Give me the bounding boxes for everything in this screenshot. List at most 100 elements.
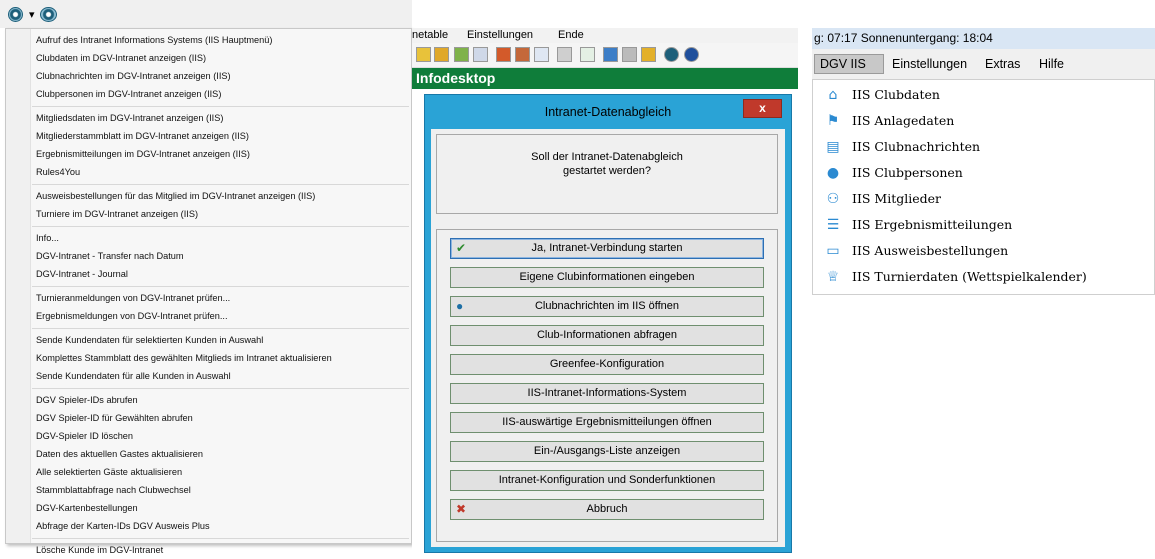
dialog-action-group: ✔ Ja, Intranet-Verbindung starten Eigene C… <box>436 229 778 542</box>
context-menu-item[interactable]: Aufruf des Intranet Informations Systems… <box>36 32 272 49</box>
globe-icon: ● <box>456 299 464 313</box>
dialog-action-button[interactable]: ● Clubnachrichten im IIS öffnen <box>450 296 764 317</box>
context-menu-item[interactable]: Sende Kundendaten für alle Kunden in Aus… <box>36 368 231 385</box>
menu-einstellungen[interactable]: Einstellungen <box>467 29 533 41</box>
context-menu-item[interactable]: Daten des aktuellen Gastes aktualisieren <box>36 446 203 463</box>
dgv-iis-menu-item[interactable]: ⚇ IIS Mitglieder <box>813 186 1154 212</box>
menu-separator <box>32 106 409 107</box>
dgv-iis-menu-item[interactable]: ▭ IIS Ausweisbestellungen <box>813 238 1154 264</box>
menu-item-label: IIS Clubpersonen <box>852 165 963 180</box>
dropdown-arrow-button[interactable]: ▾ <box>29 5 35 23</box>
dialog-action-button[interactable]: ✔ Ja, Intranet-Verbindung starten <box>450 238 764 259</box>
menu-ende[interactable]: Ende <box>558 29 584 41</box>
context-menu-item[interactable]: DGV-Spieler ID löschen <box>36 428 133 445</box>
dialog-action-button[interactable]: IIS-Intranet-Informations-System <box>450 383 764 404</box>
checkmark-icon: ✔ <box>456 241 467 255</box>
dialog-action-button[interactable]: Eigene Clubinformationen eingeben <box>450 267 764 288</box>
context-menu-item[interactable]: Mitgliedsdaten im DGV-Intranet anzeigen … <box>36 110 223 127</box>
lock-icon[interactable] <box>641 47 656 62</box>
group-icon[interactable] <box>515 47 530 62</box>
context-menu-item[interactable]: Info... <box>36 230 59 247</box>
context-menu-item[interactable]: Clubdaten im DGV-Intranet anzeigen (IIS) <box>36 50 206 67</box>
context-menu-item[interactable]: Rules4You <box>36 164 80 181</box>
context-menu-item[interactable]: Turnieranmeldungen von DGV-Intranet prüf… <box>36 290 230 307</box>
card-icon: ▭ <box>826 243 840 259</box>
context-menu-item[interactable]: Clubnachrichten im DGV-Intranet anzeigen… <box>36 68 231 85</box>
menu-separator <box>32 286 409 287</box>
dialog-action-label: Ja, Intranet-Verbindung starten <box>531 242 683 254</box>
context-menu-item[interactable]: Stammblattabfrage nach Clubwechsel <box>36 482 191 499</box>
toolbar-icon[interactable] <box>416 47 431 62</box>
windows-icon[interactable] <box>603 47 618 62</box>
context-menu-item[interactable]: DGV-Kartenbestellungen <box>36 500 138 517</box>
dialog-action-label: Ein-/Ausgangs-Liste anzeigen <box>533 445 681 457</box>
context-menu-item[interactable]: Abfrage der Karten-IDs DGV Ausweis Plus <box>36 518 210 535</box>
chart-icon[interactable] <box>454 47 469 62</box>
context-menu-item[interactable]: DGV Spieler-IDs abrufen <box>36 392 138 409</box>
dgv-iis-dropdown-menu: ⌂ IIS Clubdaten ⚑ IIS Anlagedaten ▤ IIS Clubn… <box>812 79 1155 295</box>
question-line-1: Soll der Intranet-Datenabgleich <box>531 151 683 163</box>
dgv-iis-menu-item[interactable]: ⚑ IIS Anlagedaten <box>813 108 1154 134</box>
trophy-icon: ♕ <box>826 269 840 285</box>
context-menu-item[interactable]: DGV-Intranet - Transfer nach Datum <box>36 248 184 265</box>
dialog-action-button[interactable]: IIS-auswärtige Ergebnismitteilungen öffn… <box>450 412 764 433</box>
iis-globe-dropdown-button[interactable] <box>40 5 57 23</box>
dialog-action-label: Abbruch <box>586 503 628 515</box>
question-line-2: gestartet werden? <box>562 165 652 177</box>
dialog-action-button[interactable]: Ein-/Ausgangs-Liste anzeigen <box>450 441 764 462</box>
context-menu-item[interactable]: DGV Spieler-ID für Gewählten abrufen <box>36 410 193 427</box>
context-menu-item[interactable]: Mitgliederstammblatt im DGV-Intranet anz… <box>36 128 249 145</box>
sun-times-status: g: 07:17 Sonnenuntergang: 18:04 <box>812 28 1155 49</box>
context-menu-item[interactable]: Ergebnismitteilungen im DGV-Intranet anz… <box>36 146 250 163</box>
chevron-down-icon: ▾ <box>29 8 35 21</box>
document-icon[interactable] <box>473 47 488 62</box>
context-menu-item[interactable]: Ergebnismeldungen von DGV-Intranet prüfe… <box>36 308 228 325</box>
context-menu-item[interactable]: Komplettes Stammblatt des gewählten Mitg… <box>36 350 332 367</box>
document-icon: ▤ <box>826 139 840 155</box>
context-menu-item[interactable]: Ausweisbestellungen für das Mitglied im … <box>36 188 315 205</box>
trophy-icon[interactable] <box>434 47 449 62</box>
dialog-action-label: IIS-auswärtige Ergebnismitteilungen öffn… <box>502 416 712 428</box>
menu-separator <box>32 328 409 329</box>
close-button[interactable]: x <box>743 99 782 118</box>
dialog-action-button[interactable]: Greenfee-Konfiguration <box>450 354 764 375</box>
context-menu-item[interactable]: Alle selektierten Gäste aktualisieren <box>36 464 182 481</box>
menu-einstellungen[interactable]: Einstellungen <box>892 49 967 79</box>
globe-icon[interactable] <box>684 47 699 62</box>
context-menu-item[interactable]: Lösche Kunde im DGV-Intranet <box>36 542 163 559</box>
dialog-action-label: Intranet-Konfiguration und Sonderfunktio… <box>498 474 716 486</box>
iis-globe-button[interactable] <box>8 5 23 23</box>
menu-item-label: IIS Clubdaten <box>852 87 940 102</box>
flag-icon: ⚑ <box>826 113 840 129</box>
menu-item-label: IIS Anlagedaten <box>852 113 955 128</box>
infodesktop-banner: Infodesktop <box>412 68 798 89</box>
menu-separator <box>32 388 409 389</box>
dialog-question: Soll der Intranet-Datenabgleich gestarte… <box>436 134 778 214</box>
page-icon[interactable] <box>534 47 549 62</box>
context-menu-item[interactable]: Clubpersonen im DGV-Intranet anzeigen (I… <box>36 86 221 103</box>
menu-dgv-iis[interactable]: DGV IIS <box>820 49 866 79</box>
iis-context-menu: Aufruf des Intranet Informations Systems… <box>5 28 412 555</box>
dgv-iis-menu-item[interactable]: ⌂ IIS Clubdaten <box>813 82 1154 108</box>
dgv-iis-menu-item[interactable]: ● IIS Clubpersonen <box>813 160 1154 186</box>
context-menu-item[interactable]: DGV-Intranet - Journal <box>36 266 128 283</box>
context-menu-item[interactable]: Turniere im DGV-Intranet anzeigen (IIS) <box>36 206 198 223</box>
iis-globe-icon[interactable] <box>664 47 679 62</box>
dialog-action-button[interactable]: Club-Informationen abfragen <box>450 325 764 346</box>
menu-timetable[interactable]: netable <box>412 29 448 41</box>
dgv-iis-menu-item[interactable]: ☰ IIS Ergebnismitteilungen <box>813 212 1154 238</box>
home-icon: ⌂ <box>828 87 838 103</box>
dialog-action-label: Clubnachrichten im IIS öffnen <box>534 300 680 312</box>
context-menu-item[interactable]: Sende Kundendaten für selektierten Kunde… <box>36 332 263 349</box>
menu-extras[interactable]: Extras <box>985 49 1020 79</box>
dialog-action-button[interactable]: ✖ Abbruch <box>450 499 764 520</box>
printer-icon[interactable] <box>622 47 637 62</box>
context-toolbar: ▾ <box>0 0 412 28</box>
dgv-iis-menu-item[interactable]: ♕ IIS Turnierdaten (Wettspielkalender) <box>813 264 1154 290</box>
dgv-iis-menu-item[interactable]: ▤ IIS Clubnachrichten <box>813 134 1154 160</box>
dialog-action-button[interactable]: Intranet-Konfiguration und Sonderfunktio… <box>450 470 764 491</box>
flag-icon[interactable] <box>580 47 595 62</box>
people-icon[interactable] <box>496 47 511 62</box>
disc-icon[interactable] <box>557 47 572 62</box>
menu-hilfe[interactable]: Hilfe <box>1039 49 1064 79</box>
